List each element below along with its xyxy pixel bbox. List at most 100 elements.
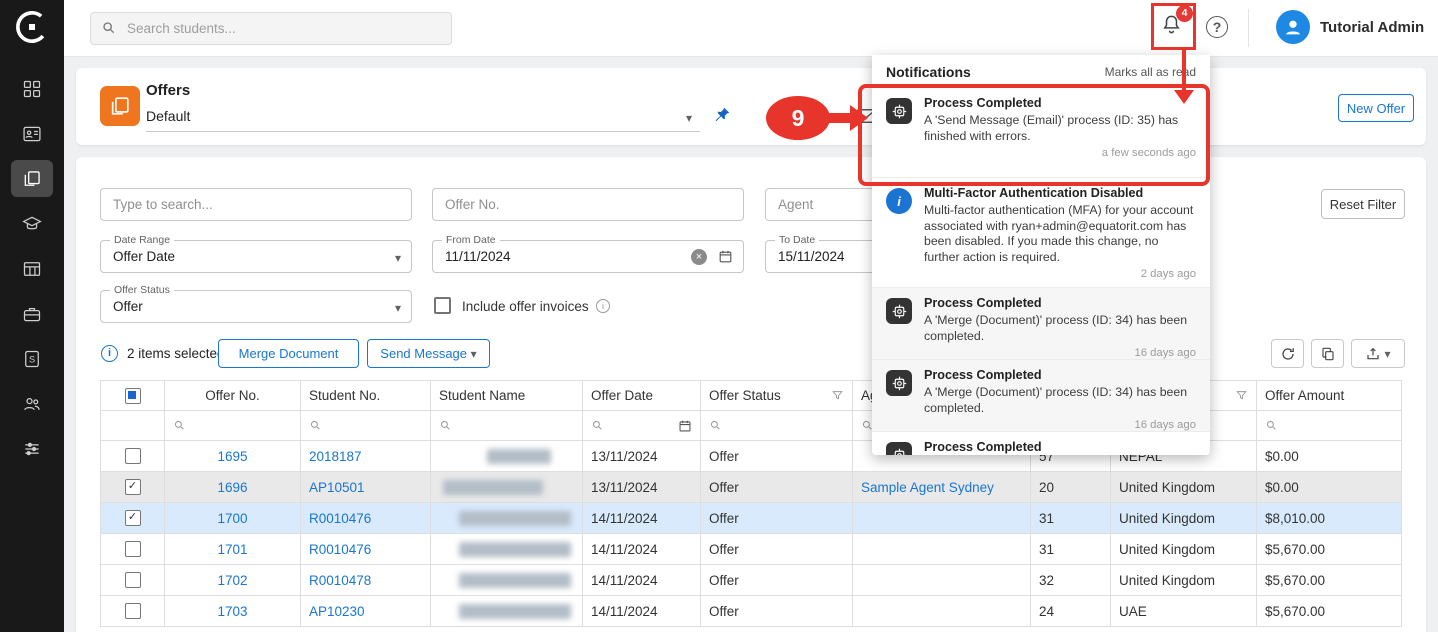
col-offer-amount[interactable]: Offer Amount: [1257, 381, 1402, 411]
offer-status-value: Offer: [113, 299, 143, 314]
filter-cell-student-no[interactable]: [301, 411, 431, 441]
student-no-link[interactable]: AP10501: [309, 480, 365, 495]
notification-item[interactable]: Process Completed A 'Merge (Document)' p…: [872, 288, 1210, 360]
annotation-step-badge: 9: [766, 96, 830, 140]
count-cell: 31: [1031, 534, 1111, 565]
date-range-select[interactable]: Date Range Offer Date: [100, 240, 412, 273]
pin-icon[interactable]: [712, 105, 732, 125]
notification-time: 16 days ago: [924, 419, 1196, 431]
table-row[interactable]: 1701 R0010476 14/11/2024 Offer 31 United…: [101, 534, 1402, 565]
sidebar-item-dashboard[interactable]: [0, 66, 64, 111]
student-no-link[interactable]: AP10230: [309, 604, 365, 619]
notification-item[interactable]: Process Completed: [872, 432, 1210, 455]
student-no-link[interactable]: R0010478: [309, 573, 371, 588]
student-no-link[interactable]: R0010476: [309, 542, 371, 557]
merge-document-button[interactable]: Merge Document: [218, 339, 359, 368]
row-checkbox[interactable]: [125, 510, 141, 526]
col-student-no[interactable]: Student No.: [301, 381, 431, 411]
col-label: Offer Date: [591, 388, 653, 403]
offer-no-link[interactable]: 1701: [217, 542, 247, 557]
selection-count-text: 2 items selected: [127, 346, 225, 361]
new-offer-button[interactable]: New Offer: [1338, 94, 1414, 122]
offer-status-cell: Offer: [701, 534, 853, 565]
country-cell: United Kingdom: [1111, 565, 1257, 596]
offer-no-input[interactable]: [432, 188, 744, 221]
offer-no-link[interactable]: 1696: [217, 480, 247, 495]
sidebar-item-courses[interactable]: [0, 201, 64, 246]
export-icon: [1365, 346, 1381, 362]
filter-funnel-icon[interactable]: [1235, 389, 1248, 402]
graduation-cap-icon: [11, 205, 53, 242]
col-student-name[interactable]: Student Name: [431, 381, 583, 411]
reset-filter-button[interactable]: Reset Filter: [1321, 189, 1405, 219]
student-name-redacted: [459, 573, 571, 588]
row-checkbox[interactable]: [125, 603, 141, 619]
agent-link[interactable]: Sample Agent Sydney: [861, 480, 994, 495]
sidebar-item-contacts[interactable]: [0, 111, 64, 156]
notification-item[interactable]: Process Completed A 'Merge (Document)' p…: [872, 360, 1210, 432]
sidebar-item-settings[interactable]: [0, 426, 64, 471]
col-offer-no[interactable]: Offer No.: [165, 381, 301, 411]
ledger-s-icon: S: [11, 340, 53, 377]
offer-no-link[interactable]: 1695: [217, 449, 247, 464]
export-button[interactable]: [1351, 339, 1405, 368]
table-row[interactable]: 1703 AP10230 14/11/2024 Offer 24 UAE $5,…: [101, 596, 1402, 627]
clear-date-icon[interactable]: ×: [691, 249, 707, 265]
student-no-link[interactable]: 2018187: [309, 449, 362, 464]
search-icon: [709, 419, 722, 432]
offer-no-link[interactable]: 1702: [217, 573, 247, 588]
include-invoices-checkbox[interactable]: [434, 297, 451, 314]
row-checkbox[interactable]: [125, 572, 141, 588]
select-all-checkbox[interactable]: [125, 388, 141, 404]
filter-funnel-icon[interactable]: [831, 389, 844, 402]
chevron-down-icon: [471, 346, 477, 361]
table-row[interactable]: 1700 R0010476 14/11/2024 Offer 31 United…: [101, 503, 1402, 534]
offer-no-link[interactable]: 1703: [217, 604, 247, 619]
table-row[interactable]: 1696 AP10501 13/11/2024 Offer Sample Age…: [101, 472, 1402, 503]
avatar[interactable]: [1276, 10, 1310, 44]
sidebar-item-tables[interactable]: [0, 246, 64, 291]
row-checkbox[interactable]: [125, 448, 141, 464]
to-date-label: To Date: [775, 234, 819, 246]
svg-text:S: S: [29, 354, 35, 364]
table-row[interactable]: 1702 R0010478 14/11/2024 Offer 32 United…: [101, 565, 1402, 596]
refresh-button[interactable]: [1271, 339, 1304, 368]
col-offer-date[interactable]: Offer Date: [583, 381, 701, 411]
notification-item[interactable]: i Multi-Factor Authentication Disabled M…: [872, 178, 1210, 288]
offer-amount-cell: $0.00: [1257, 441, 1402, 472]
filter-cell-student-name[interactable]: [431, 411, 583, 441]
sidebar-item-jobs[interactable]: [0, 291, 64, 336]
student-name-redacted: [487, 449, 551, 464]
from-date-field[interactable]: From Date 11/11/2024 ×: [432, 240, 744, 273]
count-cell: 31: [1031, 503, 1111, 534]
search-students-input[interactable]: [125, 14, 439, 43]
sidebar-nav: S: [0, 66, 64, 471]
view-select[interactable]: Default: [146, 105, 700, 132]
sidebar-item-agents[interactable]: [0, 381, 64, 426]
send-message-button[interactable]: Send Message: [367, 339, 490, 368]
copy-grid-button[interactable]: [1311, 339, 1344, 368]
table-icon: [11, 250, 53, 287]
offer-status-select[interactable]: Offer Status Offer: [100, 290, 412, 323]
filter-cell-offer-amount[interactable]: [1257, 411, 1402, 441]
grid-search-input[interactable]: [100, 188, 412, 221]
help-icon[interactable]: ?: [1206, 16, 1228, 38]
search-icon: [591, 419, 604, 432]
filter-cell-offer-date[interactable]: [583, 411, 701, 441]
calendar-icon[interactable]: [678, 419, 692, 433]
offer-amount-cell: $5,670.00: [1257, 596, 1402, 627]
calendar-icon[interactable]: [718, 249, 733, 264]
filter-cell-offer-no[interactable]: [165, 411, 301, 441]
col-offer-status[interactable]: Offer Status: [701, 381, 853, 411]
student-no-link[interactable]: R0010476: [309, 511, 371, 526]
chevron-down-icon: [1384, 345, 1390, 363]
offer-date-cell: 14/11/2024: [583, 503, 701, 534]
sidebar-item-statements[interactable]: S: [0, 336, 64, 381]
row-checkbox[interactable]: [125, 479, 141, 495]
briefcase-icon: [11, 295, 53, 332]
row-checkbox[interactable]: [125, 541, 141, 557]
offer-amount-cell: $8,010.00: [1257, 503, 1402, 534]
offer-no-link[interactable]: 1700: [217, 511, 247, 526]
filter-cell-offer-status[interactable]: [701, 411, 853, 441]
sidebar-item-offers[interactable]: [0, 156, 64, 201]
